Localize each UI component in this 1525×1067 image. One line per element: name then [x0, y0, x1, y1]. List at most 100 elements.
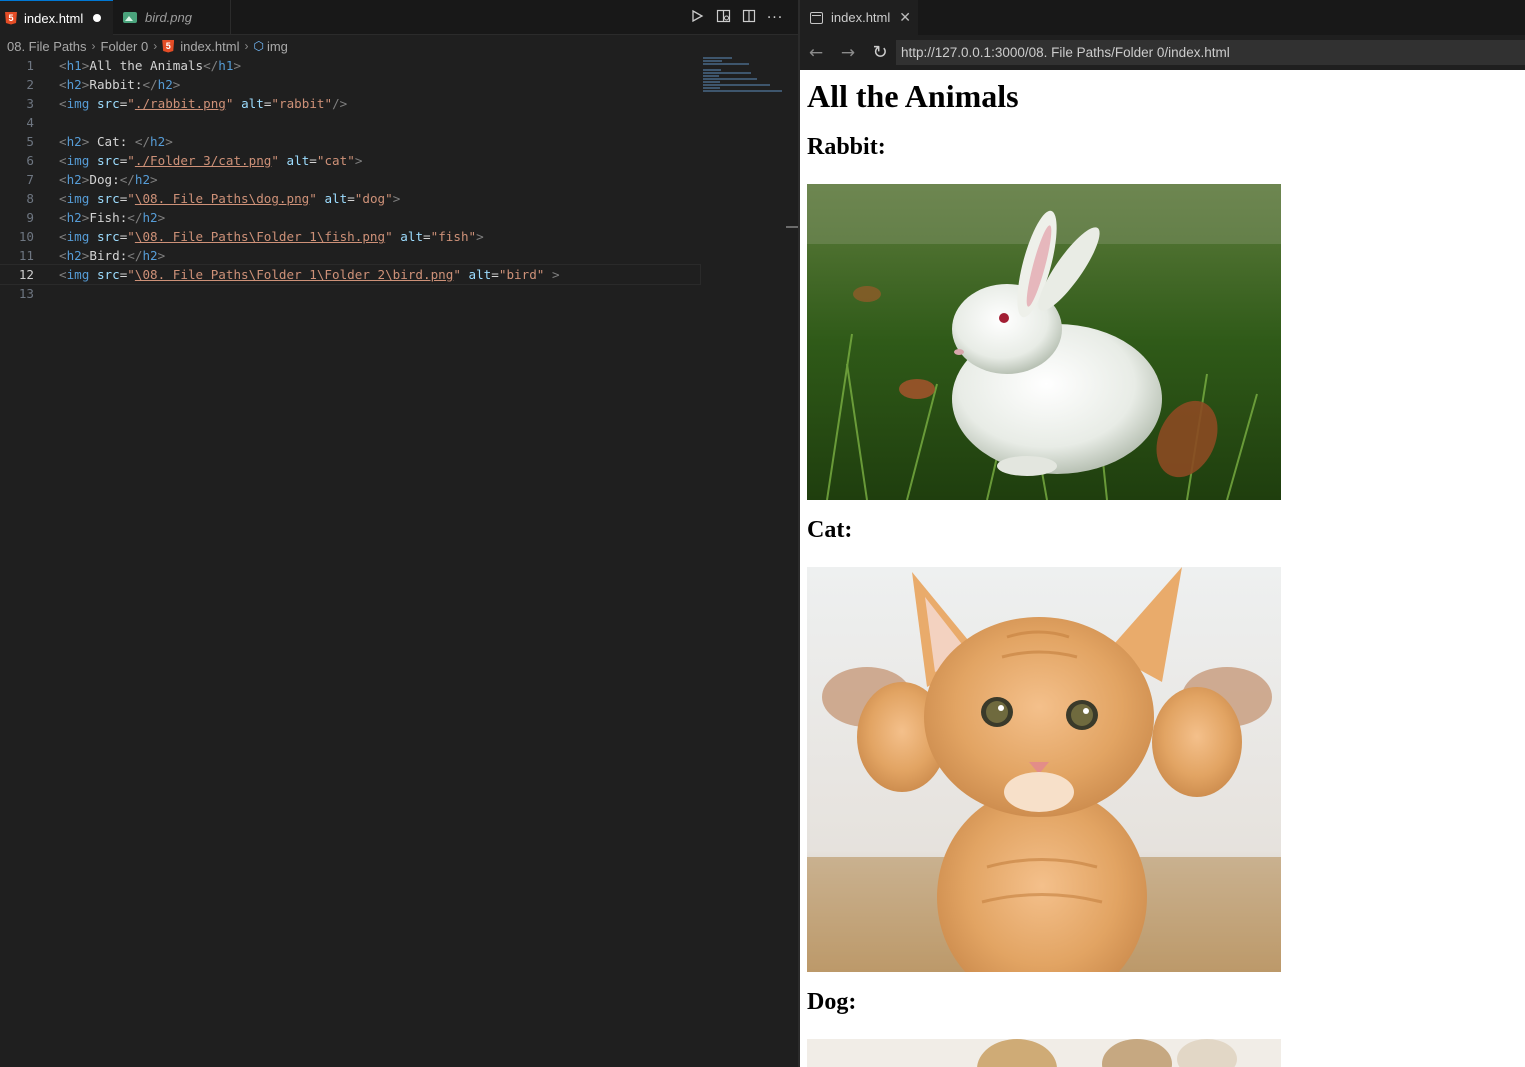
line-number[interactable]: 4 [0, 113, 34, 132]
breadcrumb: 08. File Paths › Folder 0 › 5 index.html… [0, 35, 798, 57]
line-number[interactable]: 8 [0, 189, 34, 208]
image-file-icon [123, 12, 137, 23]
dog-image [807, 1039, 1281, 1067]
tab-preview-index-html[interactable]: index.html ✕ [800, 0, 918, 35]
code-text: <h1>All the Animals</h1> [59, 56, 241, 75]
run-icon[interactable] [684, 9, 710, 27]
forward-arrow-icon[interactable]: → [832, 43, 864, 63]
code-token: < [59, 229, 67, 244]
tab-bird-png[interactable]: bird.png [114, 0, 231, 35]
code-token: alt [468, 267, 492, 282]
breadcrumb-symbol[interactable]: img [267, 39, 288, 54]
code-token: < [59, 267, 67, 282]
code-text: <h2>Rabbit:</h2> [59, 75, 180, 94]
code-token: Cat: [89, 134, 135, 149]
code-line[interactable]: 12 <img src = "\08. File Paths\Folder 1\Fol… [0, 264, 701, 285]
code-token: "rabbit" [271, 96, 333, 111]
split-editor-icon[interactable] [736, 9, 762, 27]
line-number[interactable]: 9 [0, 208, 34, 227]
code-line[interactable]: 7 <h2>Dog:</h2> [0, 170, 700, 189]
code-token: < [59, 191, 67, 206]
breadcrumb-file[interactable]: index.html [180, 39, 239, 54]
preview-icon [810, 11, 823, 24]
code-line[interactable]: 11 <h2>Bird:</h2> [0, 246, 700, 265]
minimap-line [703, 90, 783, 92]
code-line[interactable]: 10 <img src = "\08. File Paths\Folder 1\fis… [0, 227, 700, 246]
heading-rabbit: Rabbit: [807, 134, 886, 160]
breadcrumb-folder-file-paths[interactable]: 08. File Paths [7, 39, 87, 54]
line-number[interactable]: 12 [0, 265, 34, 284]
chevron-right-icon: › [244, 39, 249, 53]
code-line[interactable]: 2 <h2>Rabbit:</h2> [0, 75, 700, 94]
minimap-line [703, 78, 757, 80]
line-number[interactable]: 2 [0, 75, 34, 94]
code-token: > [172, 77, 181, 92]
code-token: </ [203, 58, 219, 73]
code-token: alt [324, 191, 348, 206]
chevron-right-icon: › [91, 39, 96, 53]
editor-tab-bar: 5 index.html bird.png ··· [0, 0, 798, 35]
tab-label: index.html [831, 10, 891, 25]
tab-index-html[interactable]: 5 index.html [0, 0, 113, 35]
code-token: < [59, 96, 67, 111]
code-token: h2 [150, 134, 166, 149]
line-number[interactable]: 3 [0, 94, 34, 113]
code-token: > [157, 248, 166, 263]
code-token: </ [119, 172, 135, 187]
url-bar[interactable]: http://127.0.0.1:3000/08. File Paths/Fol… [896, 40, 1525, 65]
code-token: ./Folder 3/cat.png [134, 153, 272, 168]
line-number[interactable]: 10 [0, 227, 34, 246]
code-token: " [271, 153, 279, 168]
close-icon[interactable]: ✕ [899, 9, 911, 26]
minimap-line [703, 84, 771, 86]
code-token: = [347, 191, 355, 206]
html5-icon: 5 [162, 39, 175, 53]
back-arrow-icon[interactable]: ← [800, 43, 832, 63]
page-viewport[interactable]: All the Animals Rabbit: Cat: Dog: [800, 70, 1525, 1067]
breadcrumb-folder-0[interactable]: Folder 0 [101, 39, 149, 54]
code-text: <img src = "\08. File Paths\Folder 1\Folde… [59, 265, 560, 284]
unsaved-dot-icon[interactable] [93, 14, 102, 22]
open-preview-icon[interactable] [710, 9, 736, 27]
code-token: " [385, 229, 393, 244]
code-line[interactable]: 13 [0, 284, 700, 303]
code-line[interactable]: 3 <img src="./rabbit.png" alt="rabbit"/> [0, 94, 700, 113]
line-number[interactable]: 7 [0, 170, 34, 189]
code-line[interactable]: 6 <img src="./Folder 3/cat.png" alt="cat"… [0, 151, 700, 170]
line-number[interactable]: 5 [0, 132, 34, 151]
code-token: < [59, 134, 67, 149]
more-actions-icon[interactable]: ··· [762, 10, 788, 26]
code-token: " [127, 96, 135, 111]
line-number[interactable]: 13 [0, 284, 34, 303]
line-number[interactable]: 1 [0, 56, 34, 75]
code-line[interactable]: 1 <h1>All the Animals</h1> [0, 56, 700, 75]
code-line[interactable]: 4 [0, 113, 700, 132]
minimap-line [703, 87, 720, 89]
cube-icon: ⬡ [253, 39, 264, 53]
line-number[interactable]: 11 [0, 246, 34, 265]
minimap-line [703, 57, 732, 59]
code-editor[interactable]: 5 index.html bird.png ··· 08. File Paths… [0, 0, 798, 1067]
code-line[interactable]: 9 <h2>Fish:</h2> [0, 208, 700, 227]
code-line[interactable]: 5 <h2> Cat: </h2> [0, 132, 700, 151]
code-token: > [354, 153, 363, 168]
code-token: ./rabbit.png [134, 96, 226, 111]
scrollbar-marker[interactable] [786, 226, 798, 228]
line-number[interactable]: 6 [0, 151, 34, 170]
code-area[interactable]: 1 <h1>All the Animals</h1> 2 <h2>Rabbit:</h… [0, 56, 701, 303]
code-text: <img src="\08. File Paths\dog.png" alt="… [59, 189, 400, 208]
code-token: > [233, 58, 242, 73]
code-token: src [96, 153, 120, 168]
code-token: " [453, 267, 461, 282]
minimap[interactable] [700, 56, 785, 96]
minimap-line [703, 63, 749, 65]
code-token: "dog" [354, 191, 393, 206]
code-text: <img src="./rabbit.png" alt="rabbit"/> [59, 94, 347, 113]
reload-icon[interactable]: ↻ [864, 42, 896, 63]
code-line[interactable]: 8 <img src="\08. File Paths\dog.png" alt=… [0, 189, 700, 208]
